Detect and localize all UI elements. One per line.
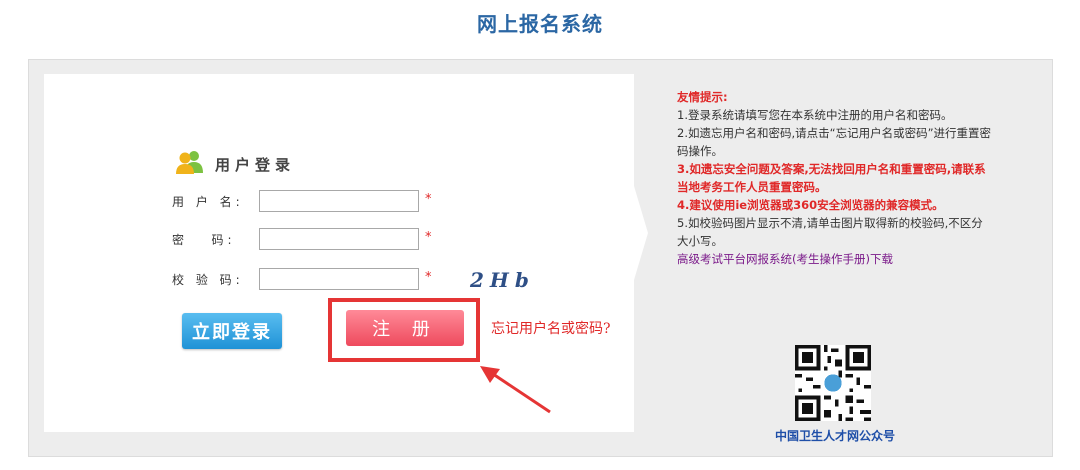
register-button[interactable]: 注 册 (346, 310, 464, 346)
password-label: 密 码: (172, 233, 236, 247)
annotation-arrow (480, 366, 551, 414)
captcha-required-mark: * (425, 270, 432, 285)
qr-caption: 中国卫生人才网公众号 (774, 429, 895, 443)
tip-item: 1.登录系统请填写您在本系统中注册的用户名和密码。 (677, 108, 953, 122)
manual-download-link[interactable]: 高级考试平台网报系统(考生操作手册)下载 (677, 250, 992, 268)
users-icon (175, 149, 205, 179)
captcha-label: 校 验 码: (172, 273, 244, 287)
login-header: 用户登录 (175, 149, 295, 179)
username-required-mark: * (425, 192, 432, 207)
captcha-input[interactable] (259, 268, 419, 290)
page-title: 网上报名系统 (477, 12, 603, 36)
captcha-image[interactable]: 2Hb (470, 268, 535, 292)
password-required-mark: * (425, 230, 432, 245)
username-input[interactable] (259, 190, 419, 212)
password-input[interactable] (259, 228, 419, 250)
tips-heading: 友情提示: (677, 90, 728, 104)
qr-code-image (795, 345, 871, 421)
tip-item: 5.如校验码图片显示不清,请单击图片取得新的校验码,不区分大小写。 (677, 216, 983, 248)
login-heading: 用户登录 (215, 155, 296, 174)
tip-item: 3.如遗忘安全问题及答案,无法找回用户名和重置密码,请联系当地考务工作人员重置密… (677, 162, 986, 194)
tip-item: 2.如遗忘用户名和密码,请点击“忘记用户名或密码”进行重置密码操作。 (677, 126, 992, 158)
panel-pointer (634, 186, 648, 280)
login-button[interactable]: 立即登录 (182, 313, 282, 349)
tips-panel: 友情提示: 1.登录系统请填写您在本系统中注册的用户名和密码。 2.如遗忘用户名… (677, 88, 992, 268)
username-label: 用 户 名: (172, 195, 244, 209)
forgot-credentials-link[interactable]: 忘记用户名或密码? (491, 318, 611, 338)
tip-item: 4.建议使用ie浏览器或360安全浏览器的兼容模式。 (677, 198, 944, 212)
